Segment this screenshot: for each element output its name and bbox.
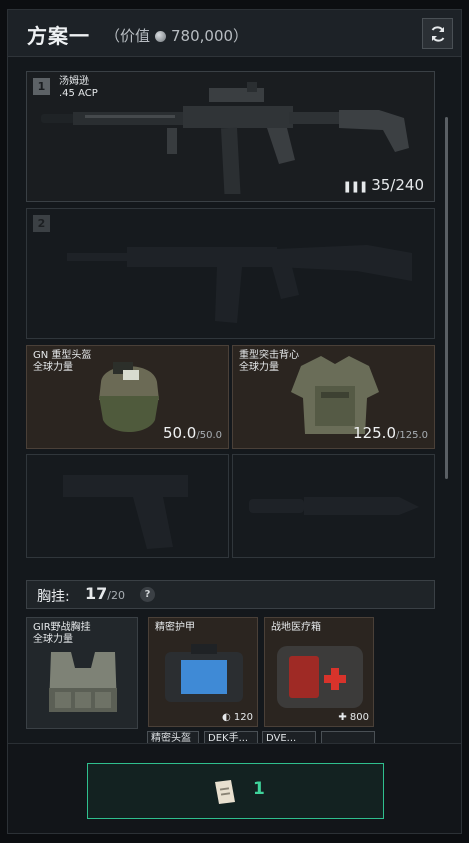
rig-capacity: 17/20 <box>85 584 125 603</box>
item-badge: ✚ 800 <box>338 712 369 723</box>
item-badge: ◐ 120 <box>222 712 253 723</box>
plan-value: （价值 780,000） <box>105 25 248 46</box>
melee-slot[interactable] <box>232 454 435 558</box>
rig-item-name: 战地医疗箱 <box>271 622 321 633</box>
pistol-slot[interactable] <box>26 454 229 558</box>
armor-durability: 125.0/125.0 <box>353 424 428 442</box>
item-count: 1 <box>253 779 265 799</box>
help-icon[interactable]: ? <box>140 587 155 602</box>
rig-item-name: 精密护甲 <box>155 622 195 633</box>
armor-slot[interactable]: 重型突击背心 全球力量 125.0/125.0 <box>232 345 435 449</box>
secondary-weapon-slot[interactable]: 2 <box>26 208 435 339</box>
refresh-icon <box>431 25 444 42</box>
loadout-confirm-button[interactable]: 1 <box>87 763 384 819</box>
value-prefix: （价值 <box>105 27 151 45</box>
case-icon <box>165 644 243 702</box>
rig-item-sub: 全球力量 <box>33 634 73 645</box>
chest-rig-icon <box>49 652 117 712</box>
value-amount: 780,000） <box>171 27 249 45</box>
rig-item-name: GIR野战胸挂 <box>33 622 91 633</box>
helmet-name: GN 重型头盔 <box>33 350 92 361</box>
chest-rig-slot[interactable]: GIR野战胸挂 全球力量 <box>26 617 138 729</box>
helmet-slot[interactable]: GN 重型头盔 全球力量 50.0/50.0 <box>26 345 229 449</box>
rifle-placeholder-icon <box>67 245 412 323</box>
helmet-durability: 50.0/50.0 <box>162 424 222 442</box>
scrollbar[interactable] <box>445 117 448 479</box>
coin-icon <box>155 31 167 42</box>
primary-weapon-slot[interactable]: 1 汤姆逊 .45 ACP ❚❚❚ 35/240 <box>26 71 435 202</box>
plan-title: 方案一 <box>27 24 90 48</box>
rig-label: 胸挂: <box>37 589 70 605</box>
loadout-scroll-area[interactable]: 1 汤姆逊 .45 ACP ❚❚❚ 35/240 2 GN 重型头盔 全球力量 … <box>8 57 461 747</box>
loadout-panel: 方案一 （价值 780,000） 1 汤姆逊 .45 ACP ❚❚❚ 35/24… <box>7 9 462 834</box>
knife-placeholder-icon <box>249 497 419 515</box>
rig-item-slot[interactable]: 战地医疗箱 ✚ 800 <box>264 617 374 727</box>
rig-item-label: GIR野战胸挂 全球力量 <box>33 622 91 646</box>
bullets-icon: ❚❚❚ <box>342 180 369 193</box>
pistol-placeholder-icon <box>63 475 188 549</box>
medkit-icon <box>277 646 363 708</box>
ammo-counter: ❚❚❚ 35/240 <box>342 176 424 194</box>
slot-number: 2 <box>33 215 50 232</box>
refresh-button[interactable] <box>422 18 453 49</box>
footer: 1 <box>8 743 461 833</box>
rig-item-slot[interactable]: 精密护甲 ◐ 120 <box>148 617 258 727</box>
helmet-label: GN 重型头盔 全球力量 <box>33 350 91 374</box>
header: 方案一 （价值 780,000） <box>8 10 461 57</box>
helmet-sub: 全球力量 <box>33 362 73 373</box>
helmet-icon <box>99 362 159 432</box>
chest-rig-header: 胸挂: 17/20 ? <box>26 580 435 609</box>
ticket-icon <box>215 780 235 804</box>
